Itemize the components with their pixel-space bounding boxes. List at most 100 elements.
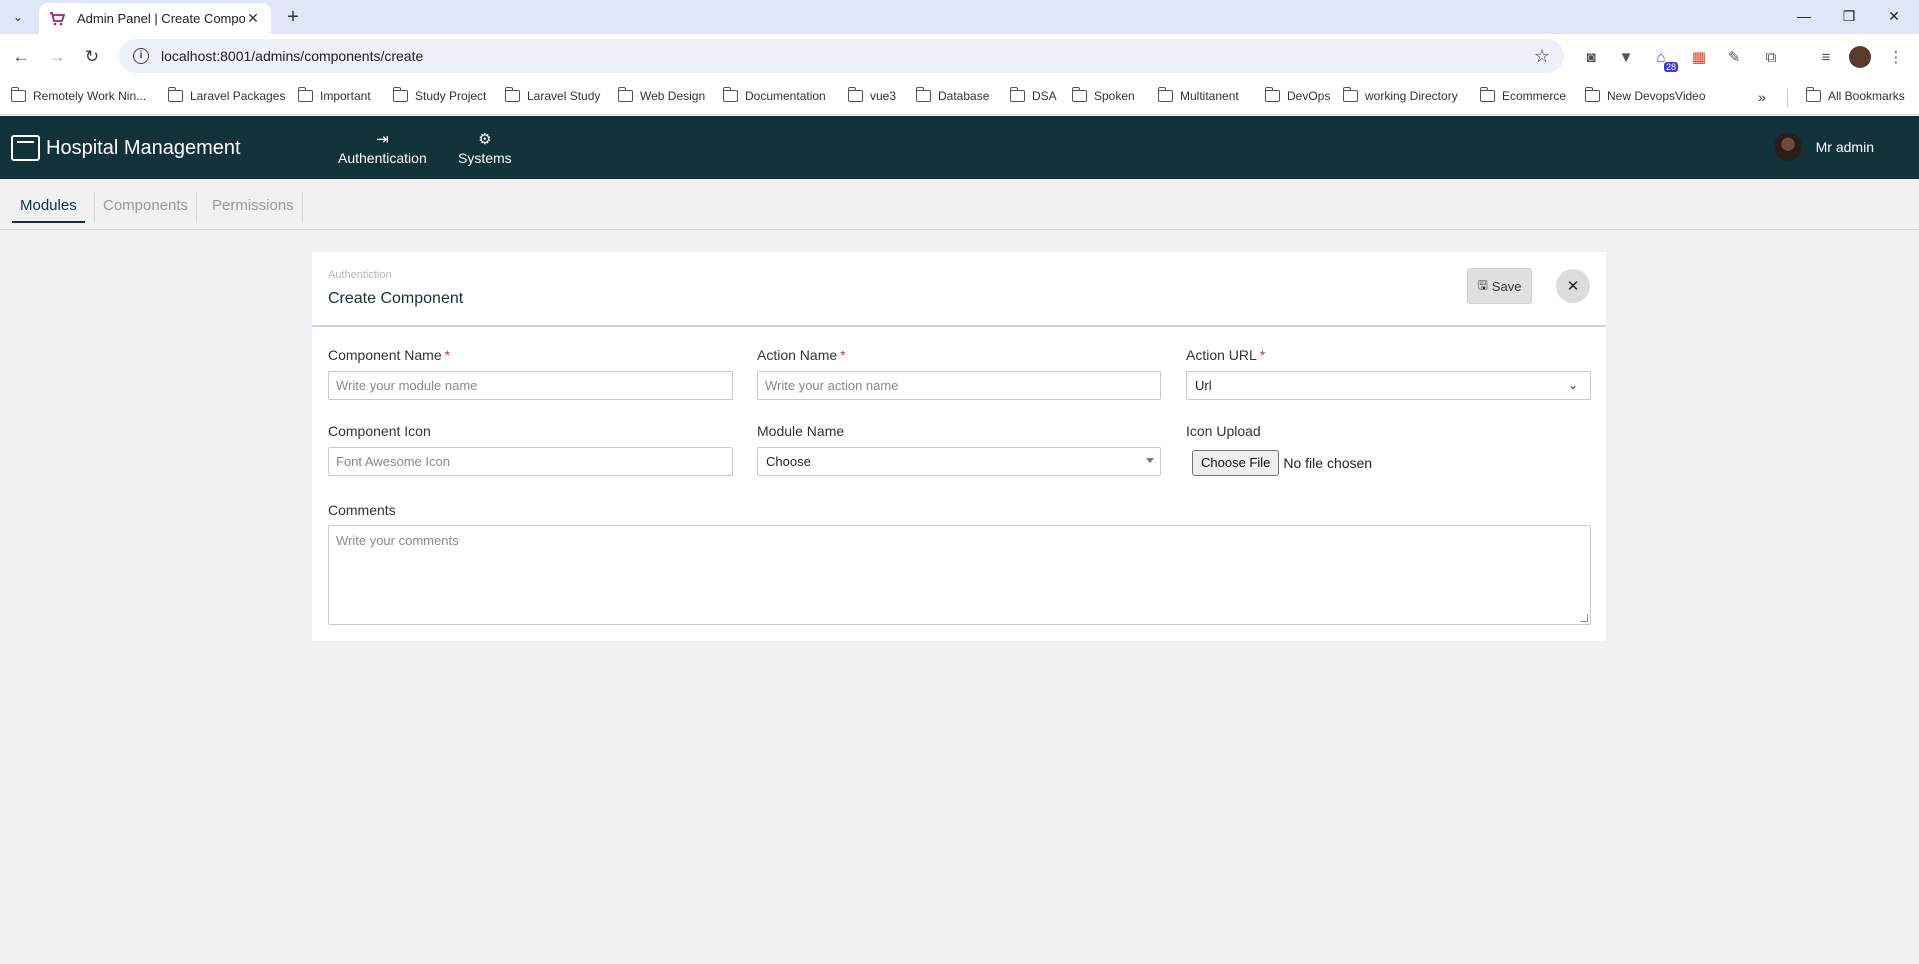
action-name-input[interactable] (757, 371, 1161, 400)
action-url-selected: Url (1195, 378, 1212, 393)
action-name-label: Action Name * (757, 347, 846, 363)
icon-upload-label: Icon Upload (1186, 423, 1261, 439)
module-name-label: Module Name (757, 423, 845, 439)
bookmark-item[interactable]: Spoken (1071, 87, 1135, 103)
browser-tab[interactable]: Admin Panel | Create Compone ✕ (39, 3, 271, 34)
new-tab-icon[interactable]: + (280, 4, 306, 30)
bookmark-item[interactable]: Web Design (617, 87, 705, 103)
bookmark-star-icon[interactable]: ☆ (1534, 46, 1550, 67)
card-header: Authentiction Create Component 🖫 Save ✕ (312, 252, 1606, 327)
action-url-select[interactable]: Url ⌄ (1186, 371, 1591, 400)
bookmark-item[interactable]: Study Project (392, 87, 486, 103)
folder-icon (392, 87, 408, 102)
users-cog-icon: ⚙ (478, 131, 492, 148)
more-bookmarks-icon[interactable]: » (1758, 89, 1766, 105)
site-info-icon[interactable]: i (133, 48, 149, 64)
bookmark-item[interactable]: New DevopsVideo (1584, 87, 1706, 103)
address-bar[interactable]: i localhost:8001/admins/components/creat… (119, 39, 1564, 73)
bookmark-item[interactable]: Documentation (722, 87, 826, 103)
folder-icon (1009, 87, 1025, 102)
module-name-selected: Choose (766, 454, 811, 469)
media-control-icon[interactable]: ≡ (1815, 46, 1837, 68)
tab-modules[interactable]: Modules (12, 192, 85, 223)
folder-icon (1071, 87, 1087, 102)
bookmark-item[interactable]: DSA (1009, 87, 1057, 103)
create-component-card: Authentiction Create Component 🖫 Save ✕ … (312, 252, 1606, 641)
choose-file-button[interactable]: Choose File (1192, 450, 1280, 476)
extensions-puzzle-icon[interactable]: ⧉ (1760, 46, 1782, 68)
breadcrumb: Authentiction (328, 269, 392, 281)
comments-label: Comments (328, 502, 396, 518)
folder-icon (1805, 87, 1821, 102)
avatar (1773, 133, 1802, 161)
icon-upload-input[interactable]: Choose File No file chosen (1192, 450, 1372, 476)
tab-title: Admin Panel | Create Compone (77, 11, 245, 26)
folder-icon (1157, 87, 1173, 102)
comments-textarea[interactable] (328, 525, 1591, 625)
minimize-icon[interactable]: — (1781, 0, 1827, 32)
bookmark-item[interactable]: Important (297, 87, 371, 103)
folder-icon (504, 87, 520, 102)
folder-icon (722, 87, 738, 102)
bookmark-item[interactable]: Database (915, 87, 989, 103)
browser-tab-strip: ⌄ Admin Panel | Create Compone ✕ + — ❐ ✕ (0, 0, 1919, 34)
folder-icon (617, 87, 633, 102)
vue-devtools-icon[interactable]: ▼ (1615, 46, 1637, 68)
forward-icon[interactable]: → (43, 43, 71, 71)
reload-icon[interactable]: ↻ (78, 43, 106, 71)
eyedropper-icon[interactable]: ✎ (1723, 46, 1745, 68)
browser-toolbar: ← → ↻ i localhost:8001/admins/components… (0, 34, 1919, 81)
tab-components[interactable]: Components (94, 192, 198, 223)
component-icon-label: Component Icon (328, 423, 431, 439)
back-icon[interactable]: ← (7, 43, 35, 71)
folder-icon (847, 87, 863, 102)
cart-favicon-icon (50, 11, 65, 25)
module-name-select[interactable]: Choose (757, 447, 1161, 476)
nav-systems[interactable]: ⚙ Systems (458, 130, 512, 166)
chevron-down-icon: ⌄ (1567, 378, 1578, 392)
browser-menu-icon[interactable]: ⋮ (1885, 46, 1907, 68)
app-header: Hospital Management ⇥ Authentication ⚙ S… (0, 116, 1919, 179)
page-title: Create Component (328, 290, 464, 307)
brand[interactable]: Hospital Management (11, 135, 241, 161)
dashboard-logo-icon (11, 135, 40, 161)
camera-icon[interactable]: ◙ (1580, 46, 1602, 68)
app-name: Hospital Management (46, 136, 241, 159)
component-name-input[interactable] (328, 371, 733, 400)
folder-icon (1342, 87, 1358, 102)
extension-badge-count: 28 (1663, 62, 1678, 72)
folder-icon (1584, 87, 1600, 102)
tab-close-icon[interactable]: ✕ (245, 10, 261, 27)
all-bookmarks[interactable]: All Bookmarks (1805, 87, 1905, 103)
laravel-extension-icon[interactable]: ▦ (1688, 46, 1710, 68)
component-icon-input[interactable] (328, 447, 733, 476)
user-menu[interactable]: Mr admin (1773, 133, 1874, 161)
folder-icon (297, 87, 313, 102)
bookmark-item[interactable]: Multitanent (1157, 87, 1239, 103)
nav-authentication-label: Authentication (338, 150, 427, 166)
bookmark-item[interactable]: Ecommerce (1479, 87, 1566, 103)
nav-authentication[interactable]: ⇥ Authentication (338, 130, 427, 166)
close-icon: ✕ (1566, 278, 1580, 295)
nav-systems-label: Systems (458, 150, 512, 166)
close-button[interactable]: ✕ (1556, 269, 1590, 303)
save-button[interactable]: 🖫 Save (1467, 268, 1532, 304)
bookmark-item[interactable]: vue3 (847, 87, 896, 103)
bookmark-item[interactable]: DevOps (1264, 87, 1330, 103)
bookmark-item[interactable]: Laravel Packages (167, 87, 285, 103)
resize-handle-icon[interactable] (1580, 614, 1588, 622)
profile-avatar-icon[interactable] (1849, 46, 1871, 68)
tab-permissions[interactable]: Permissions (204, 192, 303, 223)
restore-icon[interactable]: ❐ (1826, 0, 1872, 32)
save-button-label: Save (1491, 278, 1522, 294)
tab-search-chevron-icon[interactable]: ⌄ (6, 5, 30, 29)
bookmark-item[interactable]: working Directory (1342, 87, 1458, 103)
sign-out-icon: ⇥ (376, 131, 389, 148)
extension-badge-icon[interactable]: ⌂ 28 (1650, 46, 1678, 72)
bookmark-item[interactable]: Laravel Study (504, 87, 600, 103)
user-name: Mr admin (1815, 139, 1874, 155)
folder-icon (1264, 87, 1280, 102)
window-close-icon[interactable]: ✕ (1871, 0, 1917, 32)
file-status: No file chosen (1283, 455, 1373, 471)
bookmark-item[interactable]: Remotely Work Nin... (10, 87, 146, 103)
